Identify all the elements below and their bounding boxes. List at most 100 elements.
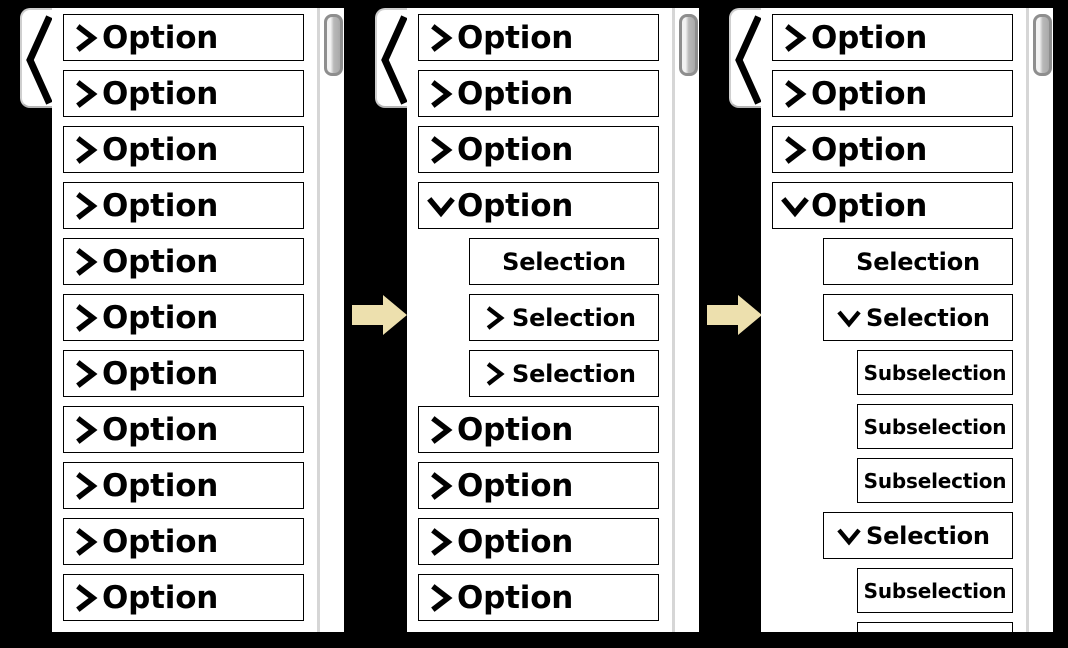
chevron-down-icon[interactable]: [832, 523, 866, 549]
option-row[interactable]: Option: [418, 126, 659, 173]
chevron-right-icon[interactable]: [70, 415, 102, 445]
option-row-label: Option: [102, 579, 219, 616]
option-row[interactable]: Option: [63, 350, 304, 397]
chevron-right-icon[interactable]: [425, 471, 457, 501]
selection-row[interactable]: Selection: [823, 294, 1013, 341]
option-row[interactable]: Option: [418, 406, 659, 453]
option-row[interactable]: Option: [63, 238, 304, 285]
selection-row-label: Selection: [856, 247, 980, 276]
chevron-right-icon[interactable]: [425, 527, 457, 557]
option-list: Option Option Option Option Option Option Opti…: [52, 14, 314, 630]
vertical-scrollbar[interactable]: [1026, 8, 1053, 632]
subselection-row[interactable]: Subselection: [857, 350, 1013, 395]
chevron-right-icon[interactable]: [425, 583, 457, 613]
option-row-label: Option: [457, 131, 574, 168]
option-row[interactable]: Option: [63, 294, 304, 341]
chevron-right-icon[interactable]: [779, 23, 811, 53]
chevron-down-icon[interactable]: [425, 191, 457, 221]
option-row-label: Option: [457, 411, 574, 448]
chevron-right-icon[interactable]: [70, 527, 102, 557]
selection-row[interactable]: Selection: [469, 294, 659, 341]
option-row-label: Option: [102, 467, 219, 504]
subselection-row[interactable]: Subselection: [857, 622, 1013, 632]
option-row-label: Option: [811, 19, 928, 56]
option-row[interactable]: Option: [418, 518, 659, 565]
option-row[interactable]: Option: [63, 574, 304, 621]
selection-row-label: Selection: [512, 359, 636, 388]
option-row[interactable]: Option: [63, 70, 304, 117]
option-row[interactable]: Option: [418, 462, 659, 509]
chevron-right-icon[interactable]: [70, 135, 102, 165]
option-row[interactable]: Option: [63, 182, 304, 229]
chevron-right-icon[interactable]: [70, 247, 102, 277]
chevron-right-icon[interactable]: [425, 135, 457, 165]
option-row-label: Option: [811, 75, 928, 112]
collapse-panel-tab[interactable]: [375, 8, 408, 108]
option-row[interactable]: Option: [772, 70, 1013, 117]
option-row[interactable]: Option: [772, 126, 1013, 173]
chevron-right-icon[interactable]: [70, 79, 102, 109]
option-row[interactable]: Option: [418, 574, 659, 621]
subselection-row[interactable]: Subselection: [857, 568, 1013, 613]
selection-row[interactable]: Selection: [469, 238, 659, 285]
chevron-right-icon[interactable]: [779, 79, 811, 109]
chevron-right-icon[interactable]: [70, 583, 102, 613]
chevron-right-icon[interactable]: [425, 79, 457, 109]
option-row-label: Option: [457, 579, 574, 616]
vertical-scrollbar[interactable]: [672, 8, 699, 632]
selection-row[interactable]: Selection: [823, 238, 1013, 285]
chevron-right-icon[interactable]: [70, 471, 102, 501]
option-list: Option Option Option Option Selection Selecti…: [761, 14, 1023, 632]
chevron-right-icon[interactable]: [478, 361, 512, 387]
chevron-right-icon[interactable]: [478, 305, 512, 331]
option-row-label: Option: [102, 523, 219, 560]
chevron-down-icon[interactable]: [779, 191, 811, 221]
selection-row[interactable]: Selection: [823, 512, 1013, 559]
option-row[interactable]: Option: [418, 14, 659, 61]
vertical-scrollbar[interactable]: [317, 8, 344, 632]
subselection-row-label: Subselection: [863, 414, 1007, 439]
option-row[interactable]: Option: [63, 126, 304, 173]
option-row-label: Option: [457, 523, 574, 560]
scrollbar-thumb[interactable]: [679, 14, 698, 76]
option-row[interactable]: Option: [63, 518, 304, 565]
option-row[interactable]: Option: [63, 14, 304, 61]
selection-row-label: Selection: [866, 303, 990, 332]
chevron-right-icon[interactable]: [70, 303, 102, 333]
panel-selection-expanded: Option Option Option Option Selection Selecti…: [729, 8, 1053, 632]
collapse-panel-tab[interactable]: [20, 8, 53, 108]
chevron-right-icon[interactable]: [70, 191, 102, 221]
chevron-down-icon[interactable]: [832, 305, 866, 331]
option-row-label: Option: [457, 467, 574, 504]
option-row[interactable]: Option: [63, 462, 304, 509]
scrollbar-thumb[interactable]: [1033, 14, 1052, 76]
option-row-label: Option: [102, 411, 219, 448]
chevron-right-icon[interactable]: [425, 415, 457, 445]
collapse-panel-tab[interactable]: [729, 8, 762, 108]
panel-body: Option Option Option Option Selection Selecti…: [761, 8, 1053, 632]
option-row-label: Option: [457, 19, 574, 56]
option-row-label: Option: [457, 187, 574, 224]
selection-row-label: Selection: [502, 247, 626, 276]
option-row[interactable]: Option: [772, 14, 1013, 61]
option-row[interactable]: Option: [772, 182, 1013, 229]
panel-option-expanded: Option Option Option Option Selection Selecti…: [375, 8, 699, 632]
chevron-right-icon[interactable]: [425, 23, 457, 53]
subselection-row[interactable]: Subselection: [857, 458, 1013, 503]
option-row-label: Option: [102, 187, 219, 224]
selection-row-label: Selection: [512, 303, 636, 332]
option-row[interactable]: Option: [418, 70, 659, 117]
selection-row-label: Selection: [866, 521, 990, 550]
chevron-right-icon[interactable]: [70, 23, 102, 53]
selection-row[interactable]: Selection: [469, 350, 659, 397]
option-row-label: Option: [102, 355, 219, 392]
scrollbar-thumb[interactable]: [324, 14, 343, 76]
option-row-label: Option: [102, 299, 219, 336]
chevron-right-icon[interactable]: [70, 359, 102, 389]
subselection-row-label: Subselection: [863, 360, 1007, 385]
option-row[interactable]: Option: [418, 182, 659, 229]
chevron-right-icon[interactable]: [779, 135, 811, 165]
option-row[interactable]: Option: [63, 406, 304, 453]
subselection-row-label: Subselection: [863, 578, 1007, 603]
subselection-row[interactable]: Subselection: [857, 404, 1013, 449]
